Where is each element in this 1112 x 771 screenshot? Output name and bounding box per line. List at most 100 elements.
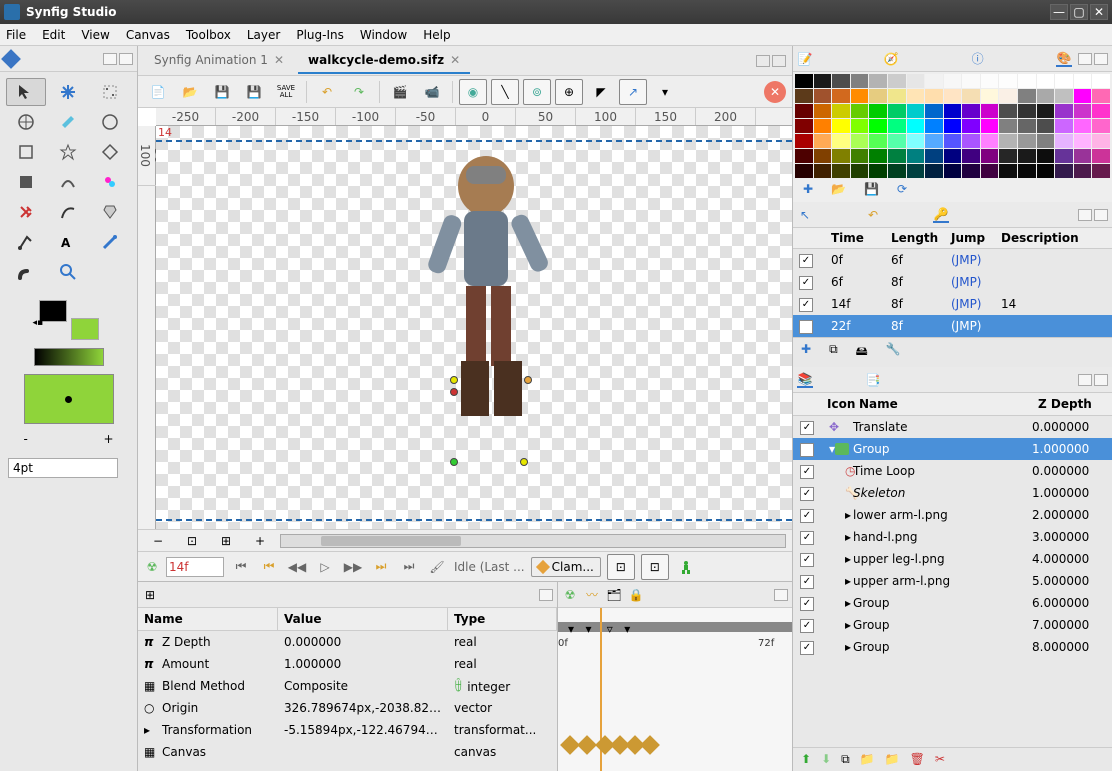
palette-swatch[interactable] <box>1092 164 1110 178</box>
new-icon[interactable]: 📄 <box>144 79 172 105</box>
palette-swatch[interactable] <box>851 89 869 103</box>
tool-pencil[interactable] <box>90 228 130 256</box>
tab-doc-2[interactable]: walkcycle-demo.sifz✕ <box>298 48 470 74</box>
palette-swatch[interactable] <box>832 134 850 148</box>
palette-swatch[interactable] <box>795 119 813 133</box>
person-icon[interactable] <box>675 556 697 578</box>
palette-swatch[interactable] <box>795 149 813 163</box>
palette-swatch[interactable] <box>999 149 1017 163</box>
handle-origin[interactable] <box>450 376 458 384</box>
layer-new-icon[interactable]: 📁 <box>860 752 875 767</box>
tool-star[interactable] <box>48 138 88 166</box>
palette-swatch[interactable] <box>1055 74 1073 88</box>
palette-swatch[interactable] <box>925 74 943 88</box>
palette-swatch[interactable] <box>832 149 850 163</box>
layer-row[interactable]: ✓▸upper arm-l.png5.000000 <box>793 570 1112 592</box>
character-artwork[interactable] <box>416 146 566 466</box>
palette-swatch[interactable] <box>869 119 887 133</box>
kf-add-icon[interactable]: ✚ <box>801 342 811 363</box>
close-button[interactable]: ✕ <box>1090 4 1108 20</box>
brush-preview[interactable] <box>24 374 114 424</box>
zoom-out-button[interactable]: − <box>144 528 172 554</box>
palette-swatch[interactable] <box>869 134 887 148</box>
palette-swatch[interactable] <box>869 74 887 88</box>
palette-swatch[interactable] <box>1055 104 1073 118</box>
palette-swatch[interactable] <box>1074 89 1092 103</box>
palette-swatch[interactable] <box>795 89 813 103</box>
kf-dup-icon[interactable]: ⧉ <box>829 342 838 363</box>
palette-swatch[interactable] <box>888 74 906 88</box>
layer-row[interactable]: ✓▸lower arm-l.png2.000000 <box>793 504 1112 526</box>
layer-down-icon[interactable]: ⬇ <box>821 752 831 767</box>
keyframe-row[interactable]: ✓0f6f(JMP) <box>793 249 1112 271</box>
menu-window[interactable]: Window <box>360 28 407 42</box>
palette-swatch[interactable] <box>925 164 943 178</box>
palette-swatch[interactable] <box>1074 149 1092 163</box>
palette-swatch[interactable] <box>814 149 832 163</box>
menu-layer[interactable]: Layer <box>247 28 280 42</box>
palette-swatch[interactable] <box>1092 89 1110 103</box>
handle-red[interactable] <box>450 388 458 396</box>
menu-toolbox[interactable]: Toolbox <box>186 28 231 42</box>
palette-swatch[interactable] <box>944 164 962 178</box>
dropdown-arrow-icon[interactable]: ▾ <box>651 79 679 105</box>
tool-polygon[interactable] <box>90 138 130 166</box>
palette-swatch[interactable] <box>832 104 850 118</box>
timeline-lane[interactable]: 0f 72f ▾ ▾ ▿ ▾ <box>558 608 792 771</box>
tool-text[interactable]: A <box>48 228 88 256</box>
palette-swatch[interactable] <box>999 134 1017 148</box>
color-swatches[interactable]: ◂▪ <box>39 300 99 340</box>
palette-tab-icon[interactable]: 🎨 <box>1056 51 1072 67</box>
onion-prev-icon[interactable]: ◉ <box>459 79 487 105</box>
palette-open-icon[interactable]: 📂 <box>831 182 846 196</box>
tool-rotate[interactable] <box>6 108 46 136</box>
palette-swatch[interactable] <box>888 119 906 133</box>
palette-swatch[interactable] <box>999 104 1017 118</box>
palette-swatch[interactable] <box>795 74 813 88</box>
palette-swatch[interactable] <box>814 89 832 103</box>
menu-canvas[interactable]: Canvas <box>126 28 170 42</box>
size-plus[interactable]: + <box>103 432 113 446</box>
palette-swatch[interactable] <box>1074 164 1092 178</box>
palette-swatch[interactable] <box>1092 134 1110 148</box>
palette-swatch[interactable] <box>851 119 869 133</box>
prev-frame-icon[interactable]: ◀◀ <box>286 556 308 578</box>
palette-swatch[interactable] <box>907 104 925 118</box>
palette-swatch[interactable] <box>814 164 832 178</box>
palette-swatch[interactable] <box>1037 89 1055 103</box>
palette-swatch[interactable] <box>1018 164 1036 178</box>
palette-swatch[interactable] <box>814 119 832 133</box>
palette-swatch[interactable] <box>1018 104 1036 118</box>
menu-edit[interactable]: Edit <box>42 28 65 42</box>
canvas-viewport[interactable]: -250-200-150-100-50050100150200 100500-5… <box>138 108 792 529</box>
zoom-100-button[interactable]: ⊡ <box>178 528 206 554</box>
palette-swatch[interactable] <box>1037 134 1055 148</box>
palette-swatch[interactable] <box>944 149 962 163</box>
palette-swatch[interactable] <box>944 89 962 103</box>
palette-swatch[interactable] <box>981 104 999 118</box>
layer-row[interactable]: ✓▸Group6.000000 <box>793 592 1112 614</box>
palette-swatch[interactable] <box>962 74 980 88</box>
next-kf-icon[interactable]: ⏭ <box>370 556 392 578</box>
layer-row[interactable]: ✓▸Group8.000000 <box>793 636 1112 658</box>
tool-scale[interactable] <box>90 78 130 106</box>
tab-doc-1[interactable]: Synfig Animation 1✕ <box>144 48 294 74</box>
palette-swatch[interactable] <box>944 104 962 118</box>
library-tab-icon[interactable]: 📑 <box>865 372 881 388</box>
save-icon[interactable]: 💾 <box>208 79 236 105</box>
keyframe-tab-icon[interactable]: 🔑 <box>933 207 949 223</box>
palette-swatch[interactable] <box>1037 164 1055 178</box>
maximize-button[interactable]: ▢ <box>1070 4 1088 20</box>
brush-size-input[interactable] <box>8 458 118 478</box>
palette-swatch[interactable] <box>962 134 980 148</box>
size-minus[interactable]: - <box>24 432 28 446</box>
palette-swatch[interactable] <box>869 149 887 163</box>
palette-swatch[interactable] <box>888 149 906 163</box>
palette-swatch[interactable] <box>1092 104 1110 118</box>
param-row[interactable]: ▦Canvascanvas <box>138 741 557 763</box>
pointer-icon[interactable]: ↖ <box>797 207 813 223</box>
save-as-icon[interactable]: 💾 <box>240 79 268 105</box>
tool-cut[interactable] <box>6 198 46 226</box>
tool-spline[interactable] <box>48 168 88 196</box>
layer-dup-icon[interactable]: 📁 <box>885 752 900 767</box>
